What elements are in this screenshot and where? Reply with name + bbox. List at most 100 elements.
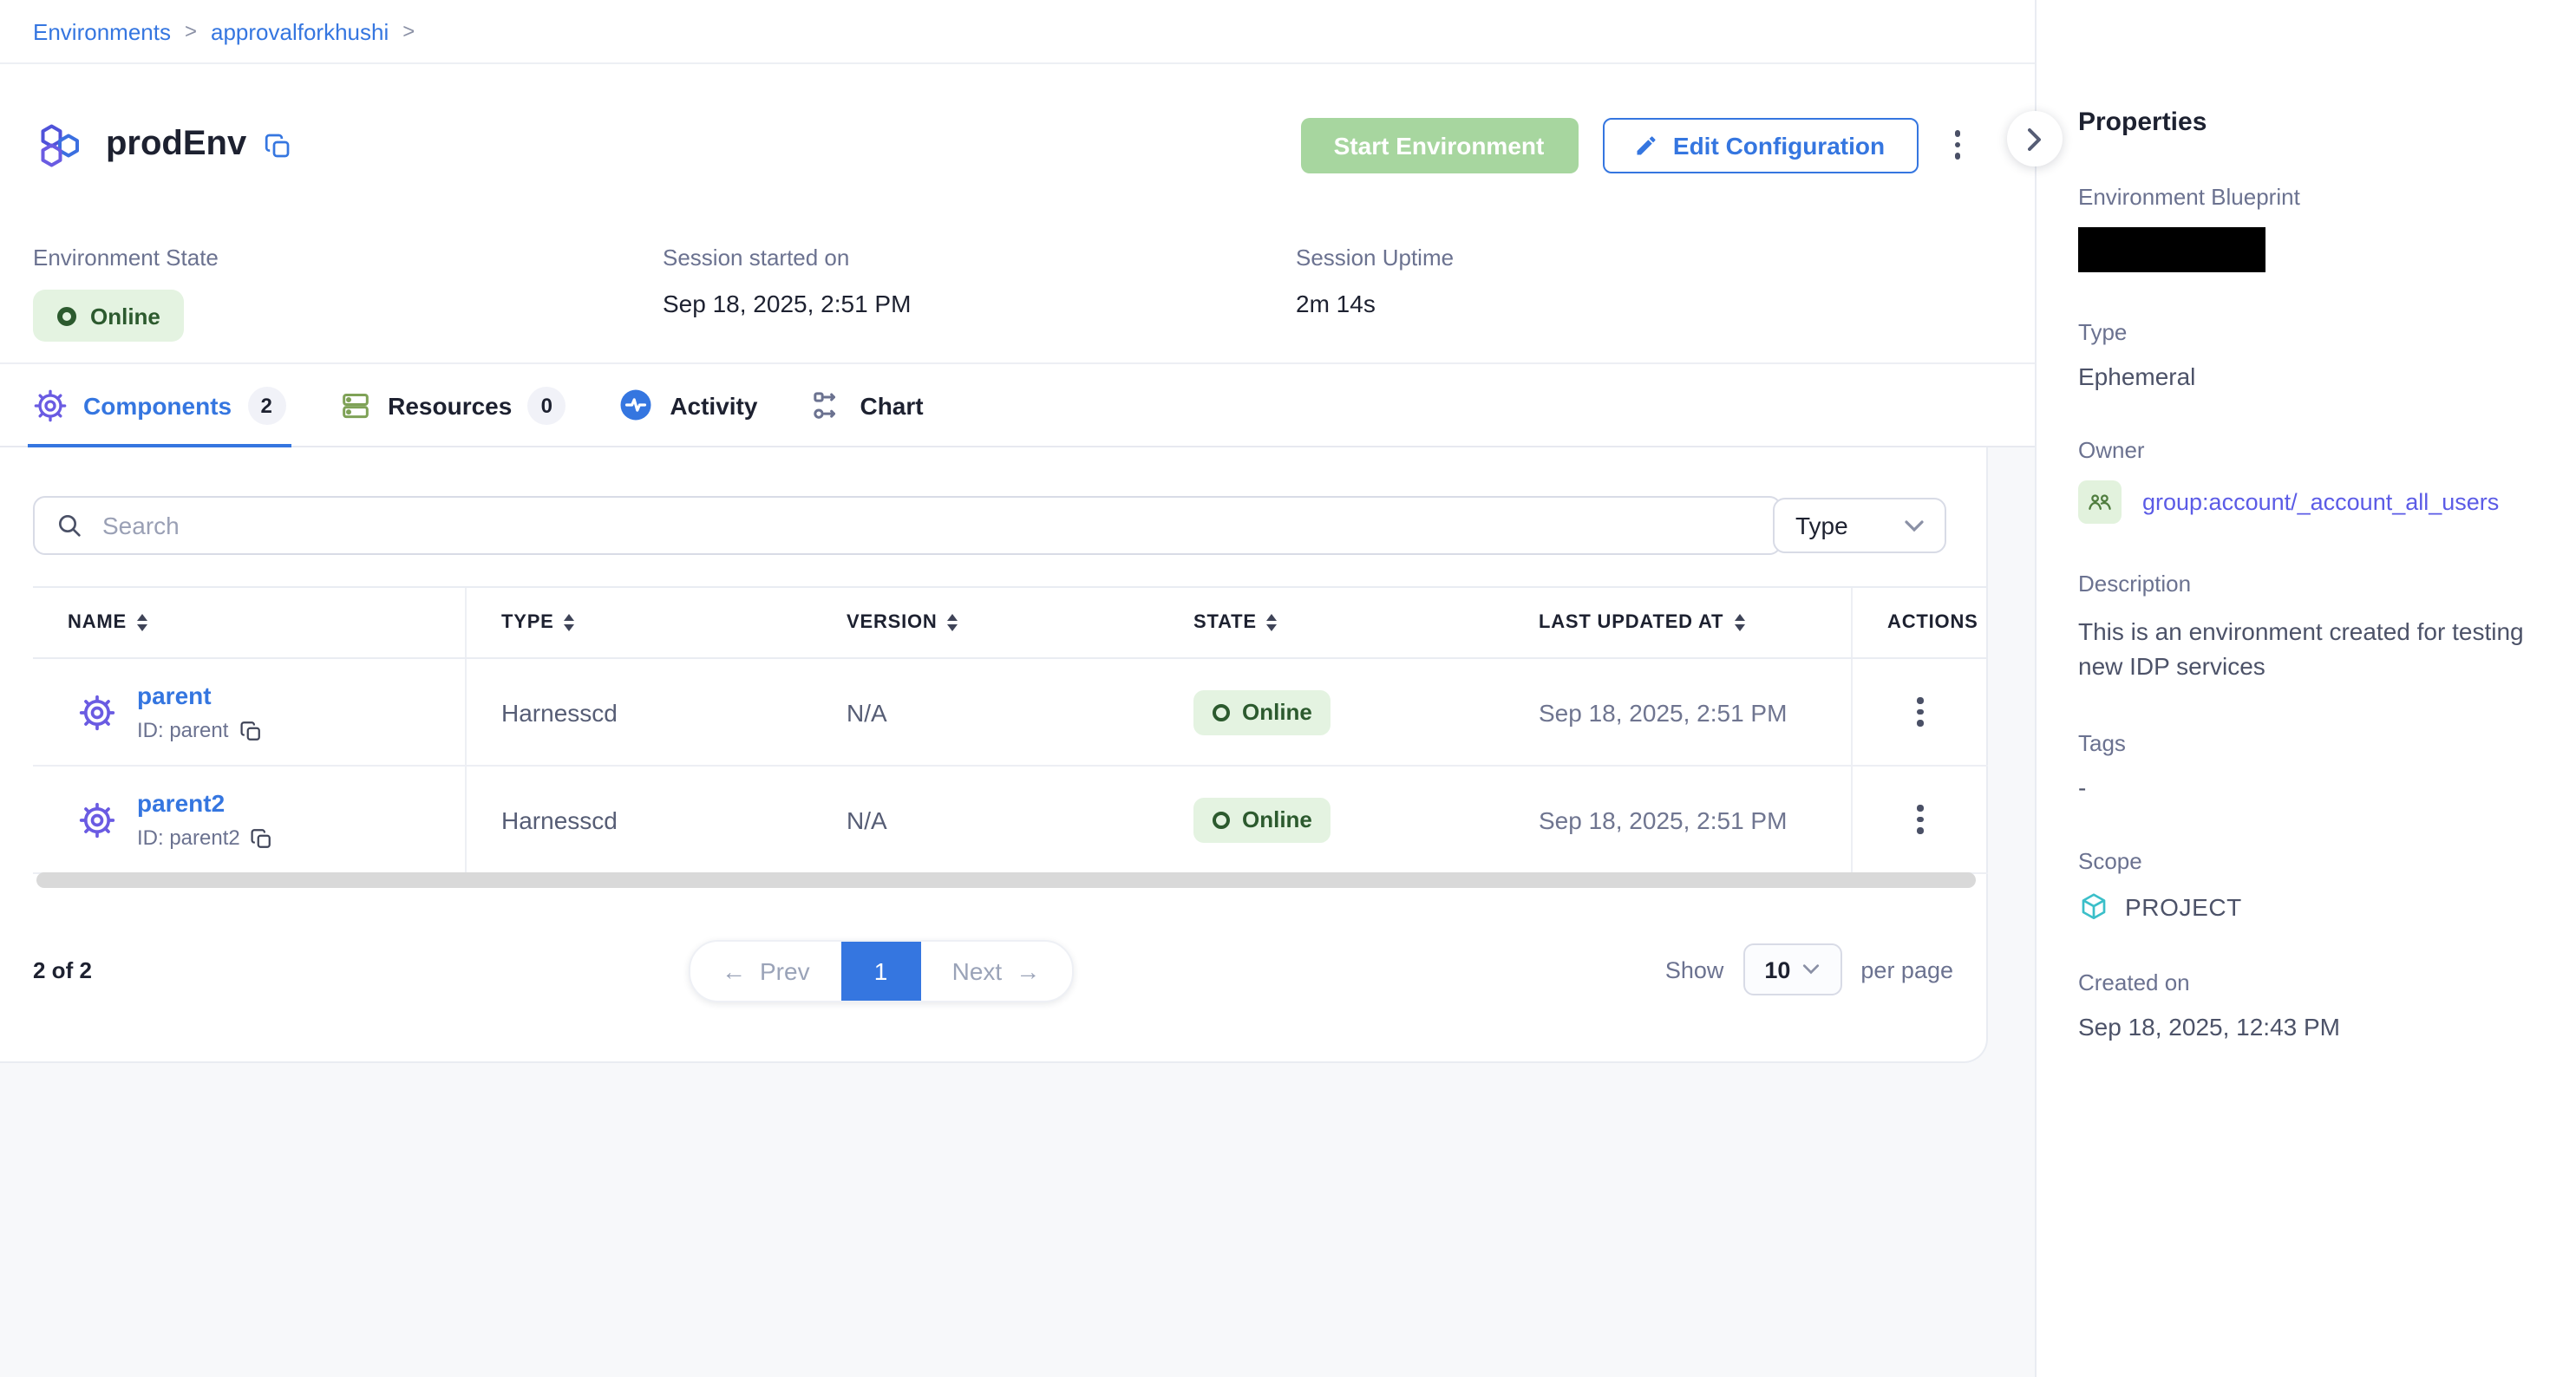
table-header-row: NAME TYPE VERSION STATE bbox=[33, 586, 1988, 659]
created-on-value: Sep 18, 2025, 12:43 PM bbox=[2078, 1013, 2541, 1041]
column-header-type[interactable]: TYPE bbox=[467, 588, 812, 657]
tab-components-count: 2 bbox=[247, 386, 285, 424]
tags-value: - bbox=[2078, 773, 2541, 801]
chart-flow-icon bbox=[809, 388, 844, 422]
properties-panel: Properties Environment Blueprint Type Ep… bbox=[2035, 0, 2576, 1377]
row-actions-button[interactable] bbox=[1906, 797, 1936, 843]
tab-components-label: Components bbox=[83, 391, 232, 419]
environment-state-badge: Online bbox=[33, 290, 185, 342]
component-gear-icon bbox=[78, 693, 116, 731]
row-actions-button[interactable] bbox=[1906, 689, 1936, 735]
pencil-icon bbox=[1635, 133, 1659, 157]
cell-type: Harnesscd bbox=[467, 767, 812, 872]
page-number-button[interactable]: 1 bbox=[841, 942, 921, 1001]
group-icon bbox=[2078, 480, 2122, 524]
cell-version: N/A bbox=[812, 767, 1159, 872]
collapse-panel-button[interactable] bbox=[2007, 111, 2063, 166]
chevron-down-icon bbox=[1905, 519, 1924, 532]
cell-name: parent ID: parent bbox=[33, 659, 467, 765]
column-header-version[interactable]: VERSION bbox=[812, 588, 1159, 657]
edit-configuration-button[interactable]: Edit Configuration bbox=[1602, 117, 1918, 173]
tab-activity[interactable]: Activity bbox=[618, 364, 757, 446]
owner-label: Owner bbox=[2078, 437, 2541, 463]
cube-icon bbox=[2078, 891, 2109, 923]
owner-group-link[interactable]: group:account/_account_all_users bbox=[2142, 489, 2499, 515]
chevron-down-icon bbox=[1802, 964, 1820, 975]
scope-row: PROJECT bbox=[2078, 891, 2541, 923]
copy-id-icon[interactable] bbox=[251, 826, 273, 849]
breadcrumb-environments[interactable]: Environments bbox=[33, 18, 171, 44]
page-size-dropdown[interactable]: 10 bbox=[1742, 943, 1841, 995]
type-value: Ephemeral bbox=[2078, 362, 2541, 390]
created-on-label: Created on bbox=[2078, 969, 2541, 995]
breadcrumb-separator: > bbox=[185, 19, 197, 43]
cell-state: Online bbox=[1159, 767, 1504, 872]
tab-activity-label: Activity bbox=[670, 391, 757, 419]
gear-icon bbox=[33, 388, 68, 422]
resources-icon bbox=[337, 388, 372, 422]
cell-actions bbox=[1851, 767, 1988, 872]
page-title: prodEnv bbox=[106, 125, 246, 165]
main-column: Environments > approvalforkhushi > prodE… bbox=[0, 0, 2035, 1377]
prev-page-button[interactable]: ← Prev bbox=[690, 942, 841, 1001]
column-header-state[interactable]: STATE bbox=[1159, 588, 1504, 657]
cell-name: parent2 ID: parent2 bbox=[33, 767, 467, 872]
component-id: ID: parent bbox=[137, 718, 261, 742]
session-uptime-value: 2m 14s bbox=[1296, 290, 2002, 317]
column-header-name[interactable]: NAME bbox=[33, 588, 467, 657]
per-page-label: per page bbox=[1860, 956, 1953, 982]
sort-icon bbox=[1267, 614, 1278, 631]
component-id: ID: parent2 bbox=[137, 826, 273, 850]
copy-id-icon[interactable] bbox=[239, 719, 261, 741]
breadcrumb-project[interactable]: approvalforkhushi bbox=[211, 18, 389, 44]
table-row: parent2 ID: parent2 bbox=[33, 767, 1988, 874]
sort-icon bbox=[1734, 614, 1744, 631]
table-row: parent ID: parent bbox=[33, 659, 1988, 767]
online-ring-icon bbox=[1213, 703, 1230, 721]
horizontal-scrollbar[interactable] bbox=[36, 872, 1976, 888]
pagination-pill: ← Prev 1 Next → bbox=[689, 940, 1073, 1002]
copy-title-icon[interactable] bbox=[264, 131, 291, 159]
environment-state-value: Online bbox=[90, 303, 160, 329]
chevron-right-icon bbox=[2028, 127, 2042, 150]
more-options-button[interactable] bbox=[1942, 122, 1972, 168]
column-header-actions: ACTIONS bbox=[1851, 588, 1988, 657]
column-header-last-updated[interactable]: LAST UPDATED AT bbox=[1504, 588, 1851, 657]
sort-icon bbox=[137, 614, 147, 631]
start-environment-button[interactable]: Start Environment bbox=[1300, 117, 1578, 173]
sort-icon bbox=[948, 614, 958, 631]
type-label: Type bbox=[2078, 319, 2541, 345]
cell-type: Harnesscd bbox=[467, 659, 812, 765]
component-gear-icon bbox=[78, 800, 116, 839]
tab-components[interactable]: Components 2 bbox=[33, 364, 285, 446]
status-badge: Online bbox=[1193, 689, 1331, 734]
component-name-link[interactable]: parent2 bbox=[137, 789, 273, 817]
next-arrow-icon: → bbox=[1016, 957, 1040, 985]
header-actions: Start Environment Edit Configuration bbox=[1300, 117, 1972, 173]
stat-session-uptime: Session Uptime 2m 14s bbox=[1296, 245, 2002, 362]
component-name-link[interactable]: parent bbox=[137, 682, 261, 709]
scope-value: PROJECT bbox=[2125, 893, 2242, 921]
environment-logo-icon bbox=[33, 119, 85, 171]
environment-header: prodEnv Start Environment Edit Configura… bbox=[0, 64, 2035, 225]
breadcrumb: Environments > approvalforkhushi > bbox=[0, 0, 2035, 64]
type-filter-dropdown[interactable]: Type bbox=[1773, 498, 1946, 553]
sort-icon bbox=[565, 614, 575, 631]
cell-last-updated: Sep 18, 2025, 2:51 PM bbox=[1504, 767, 1851, 872]
search-input[interactable] bbox=[99, 510, 1759, 541]
search-box bbox=[33, 496, 1782, 555]
tab-resources[interactable]: Resources 0 bbox=[337, 364, 566, 446]
page-size-controls: Show 10 per page bbox=[1665, 943, 1953, 995]
tab-chart[interactable]: Chart bbox=[809, 364, 923, 446]
session-uptime-label: Session Uptime bbox=[1296, 245, 2002, 271]
components-table: NAME TYPE VERSION STATE bbox=[33, 586, 1988, 874]
environment-state-label: Environment State bbox=[33, 245, 663, 271]
type-filter-label: Type bbox=[1795, 512, 1848, 539]
breadcrumb-separator: > bbox=[402, 19, 415, 43]
next-page-button[interactable]: Next → bbox=[921, 942, 1072, 1001]
prev-arrow-icon: ← bbox=[722, 957, 746, 985]
scope-label: Scope bbox=[2078, 848, 2541, 874]
show-label: Show bbox=[1665, 956, 1724, 982]
tab-chart-label: Chart bbox=[860, 391, 923, 419]
edit-configuration-label: Edit Configuration bbox=[1673, 131, 1885, 159]
